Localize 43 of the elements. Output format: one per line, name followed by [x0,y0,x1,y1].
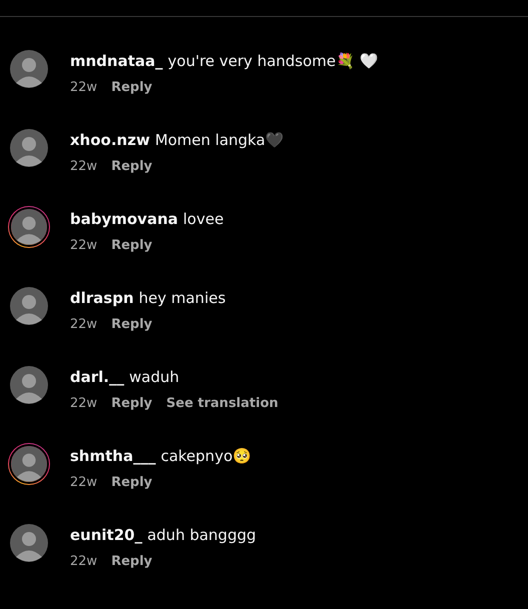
comment-text: aduh bangggg [147,526,256,544]
avatar-ring[interactable] [8,285,50,327]
username-link[interactable]: mndnataa_ [70,52,163,70]
username-link[interactable]: shmtha___ [70,447,156,465]
reply-button[interactable]: Reply [111,317,152,332]
comment-time: 22w [70,238,98,253]
comment-time: 22w [70,159,98,174]
reply-button[interactable]: Reply [111,396,152,411]
reply-button[interactable]: Reply [111,554,152,569]
avatar-ring[interactable] [8,48,50,90]
avatar-ring[interactable] [8,206,50,248]
comment-text: waduh [129,368,180,386]
reply-button[interactable]: Reply [111,159,152,174]
comment-text: cakepnyo🥺 [160,447,252,465]
avatar-silhouette-icon [10,524,48,562]
comment-time: 22w [70,396,98,411]
username-link[interactable]: eunit20_ [70,526,142,544]
avatar-ring[interactable] [8,127,50,169]
reply-button[interactable]: Reply [111,238,152,253]
avatar-ring[interactable] [8,522,50,564]
comment-time: 22w [70,317,98,332]
avatar-silhouette-icon [10,366,48,404]
comment-time: 22w [70,554,98,569]
avatar-silhouette-icon [9,444,49,484]
comment-time: 22w [70,80,98,95]
avatar-ring[interactable] [8,443,50,485]
comment-text: lovee [183,210,224,228]
comment-time: 22w [70,475,98,490]
reply-button[interactable]: Reply [111,80,152,95]
avatar-silhouette-icon [10,287,48,325]
username-link[interactable]: babymovana [70,210,178,228]
reply-button[interactable]: Reply [111,475,152,490]
comment-text: you're very handsome💐 🤍 [168,52,379,70]
avatar-silhouette-icon [10,129,48,167]
username-link[interactable]: darl.__ [70,368,124,386]
username-link[interactable]: xhoo.nzw [70,131,150,149]
comment-text: hey manies [138,289,226,307]
avatar-silhouette-icon [10,50,48,88]
see-translation-button[interactable]: See translation [166,396,278,411]
avatar-silhouette-icon [9,207,49,247]
avatar-ring[interactable] [8,364,50,406]
username-link[interactable]: dlraspn [70,289,134,307]
comment-text: Momen langka🖤 [154,131,284,149]
